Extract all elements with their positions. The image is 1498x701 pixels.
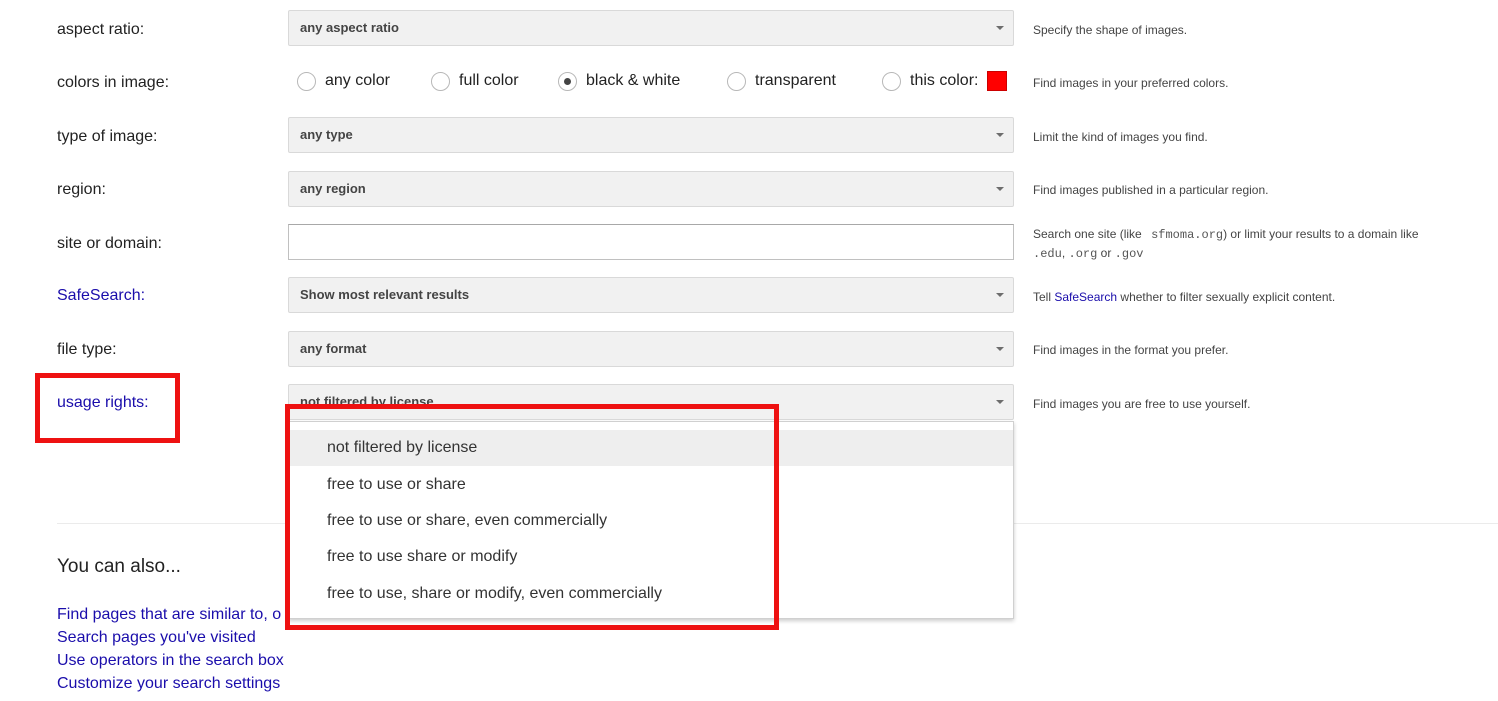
radio-circle[interactable] (727, 72, 746, 91)
site-hint-example: sfmoma.org (1151, 228, 1224, 242)
site-hint-prefix: Search one site (like (1033, 227, 1142, 241)
site-input[interactable] (288, 224, 1014, 260)
chevron-down-icon (996, 347, 1004, 351)
color-swatch[interactable] (987, 71, 1007, 91)
customize-settings-link[interactable]: Customize your search settings (57, 672, 284, 695)
safesearch-link[interactable]: SafeSearch: (57, 286, 145, 306)
radio-circle[interactable] (431, 72, 450, 91)
radio-label-this-color: this color: (910, 72, 979, 89)
search-visited-pages-link[interactable]: Search pages you've visited (57, 626, 284, 649)
site-hint-middle: ) or limit your results to a domain like (1223, 227, 1419, 241)
safesearch-hint-prefix: Tell (1033, 290, 1052, 304)
site-hint-sep: , (1061, 246, 1066, 260)
region-value: any region (300, 181, 366, 196)
chevron-down-icon (996, 26, 1004, 30)
use-operators-link[interactable]: Use operators in the search box (57, 649, 284, 672)
radio-label-black-white: black & white (586, 72, 681, 89)
chevron-down-icon (996, 293, 1004, 297)
safesearch-hint-link[interactable]: SafeSearch (1054, 290, 1117, 304)
radio-circle-checked[interactable] (558, 72, 577, 91)
safesearch-select[interactable]: Show most relevant results (288, 277, 1014, 313)
aspect-ratio-row: aspect ratio: any aspect ratio Specify t… (0, 10, 1498, 50)
find-similar-pages-link[interactable]: Find pages that are similar to, o (57, 603, 284, 626)
site-hint-gov: .gov (1114, 247, 1144, 261)
usage-rights-label-highlight (35, 373, 180, 443)
radio-circle[interactable] (882, 72, 901, 91)
radio-label-any-color: any color (325, 72, 390, 89)
type-label: type of image: (57, 128, 158, 145)
safesearch-hint: Tell SafeSearch whether to filter sexual… (1033, 288, 1335, 306)
chevron-down-icon (996, 400, 1004, 404)
file-type-select[interactable]: any format (288, 331, 1014, 367)
file-type-value: any format (300, 341, 367, 356)
type-value: any type (300, 127, 353, 142)
site-label: site or domain: (57, 235, 162, 252)
type-select[interactable]: any type (288, 117, 1014, 153)
file-type-label: file type: (57, 341, 117, 358)
radio-circle[interactable] (297, 72, 316, 91)
colors-label: colors in image: (57, 74, 170, 91)
site-hint-or: or (1100, 246, 1112, 260)
safesearch-hint-suffix: whether to filter sexually explicit cont… (1120, 290, 1336, 304)
aspect-ratio-hint: Specify the shape of images. (1033, 23, 1188, 37)
type-hint: Limit the kind of images you find. (1033, 130, 1208, 144)
usage-rights-hint: Find images you are free to use yourself… (1033, 397, 1251, 411)
aspect-ratio-value: any aspect ratio (300, 20, 399, 35)
site-hint: Search one site (like sfmoma.org) or lim… (1033, 225, 1493, 263)
region-label: region: (57, 181, 106, 198)
radio-label-full-color: full color (459, 72, 519, 89)
chevron-down-icon (996, 187, 1004, 191)
site-hint-org: .org (1068, 247, 1098, 261)
you-can-also-links: Find pages that are similar to, o Search… (57, 603, 284, 695)
aspect-ratio-select[interactable]: any aspect ratio (288, 10, 1014, 46)
region-hint: Find images published in a particular re… (1033, 183, 1269, 197)
site-hint-edu: .edu (1033, 247, 1062, 261)
usage-rights-options-highlight (285, 404, 779, 630)
region-select[interactable]: any region (288, 171, 1014, 207)
chevron-down-icon (996, 133, 1004, 137)
file-type-hint: Find images in the format you prefer. (1033, 343, 1229, 357)
colors-hint: Find images in your preferred colors. (1033, 76, 1229, 90)
aspect-ratio-label: aspect ratio: (57, 21, 145, 38)
you-can-also-heading: You can also... (57, 556, 181, 577)
radio-label-transparent: transparent (755, 72, 836, 89)
safesearch-value: Show most relevant results (300, 287, 470, 302)
